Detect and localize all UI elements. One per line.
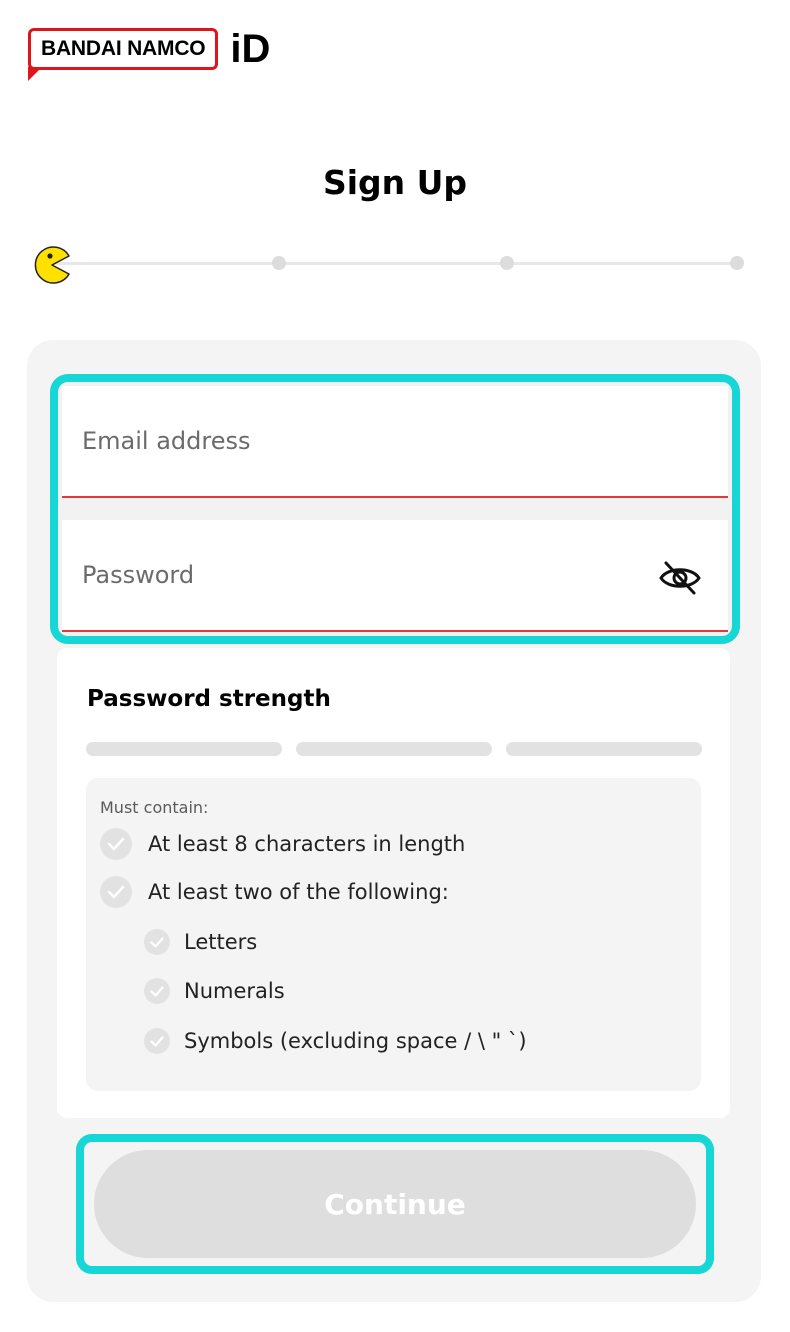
requirement-length: At least 8 characters in length bbox=[100, 828, 465, 860]
check-icon bbox=[144, 929, 170, 955]
credentials-group: Email address Password bbox=[50, 374, 740, 644]
requirement-label: At least 8 characters in length bbox=[148, 832, 466, 856]
requirement-label: Letters bbox=[184, 930, 258, 954]
requirement-label: At least two of the following: bbox=[148, 880, 449, 904]
password-strength-panel: Password strength Must contain: At least… bbox=[57, 648, 730, 1118]
strength-title: Password strength bbox=[87, 686, 331, 712]
step-dot-3 bbox=[500, 256, 514, 270]
requirement-numerals: Numerals bbox=[144, 978, 285, 1004]
check-icon bbox=[144, 978, 170, 1004]
bandai-namco-logo: BANDAI NAMCO bbox=[28, 28, 219, 70]
pacman-icon bbox=[34, 246, 70, 284]
must-contain-label: Must contain: bbox=[100, 798, 209, 817]
strength-segment-3 bbox=[506, 742, 702, 756]
page-title: Sign Up bbox=[322, 163, 468, 202]
signup-card: Email address Password Password strength… bbox=[27, 340, 761, 1302]
email-field[interactable]: Email address bbox=[62, 386, 728, 498]
brand-logo: BANDAI NAMCO iD bbox=[28, 28, 270, 70]
requirement-symbols: Symbols (excluding space / \ " `) bbox=[144, 1028, 527, 1054]
requirement-letters: Letters bbox=[144, 929, 257, 955]
check-icon bbox=[144, 1028, 170, 1054]
password-field[interactable]: Password bbox=[62, 520, 728, 632]
email-placeholder: Email address bbox=[82, 427, 251, 455]
eye-off-icon[interactable] bbox=[658, 558, 702, 598]
strength-segment-1 bbox=[86, 742, 282, 756]
continue-button-outline: Continue bbox=[76, 1134, 714, 1274]
requirement-two-of: At least two of the following: bbox=[100, 876, 449, 908]
step-progress bbox=[32, 245, 752, 285]
logo-id: iD bbox=[230, 27, 271, 71]
check-icon bbox=[100, 828, 132, 860]
requirements-box: Must contain: At least 8 characters in l… bbox=[86, 778, 701, 1091]
progress-track bbox=[52, 262, 742, 265]
requirement-label: Symbols (excluding space / \ " `) bbox=[184, 1029, 527, 1053]
continue-button[interactable]: Continue bbox=[94, 1150, 696, 1258]
check-icon bbox=[100, 876, 132, 908]
logo-text: BANDAI NAMCO bbox=[41, 37, 206, 60]
requirement-label: Numerals bbox=[184, 979, 285, 1003]
strength-segment-2 bbox=[296, 742, 492, 756]
step-dot-2 bbox=[272, 256, 286, 270]
strength-meter bbox=[86, 742, 702, 758]
password-placeholder: Password bbox=[82, 561, 195, 589]
step-dot-4 bbox=[730, 256, 744, 270]
